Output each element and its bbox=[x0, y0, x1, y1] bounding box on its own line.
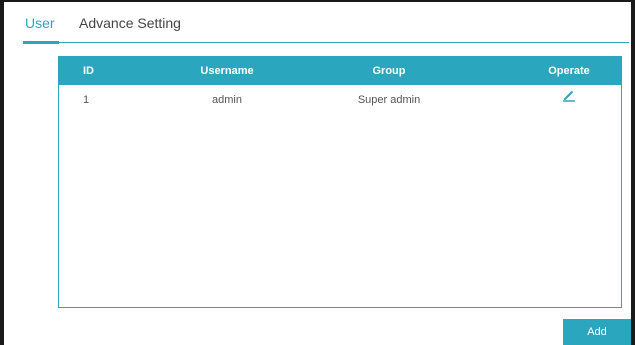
edit-icon[interactable] bbox=[562, 84, 576, 114]
active-tab-indicator bbox=[23, 41, 59, 44]
window-frame-top bbox=[0, 0, 635, 2]
cell-operate bbox=[519, 85, 619, 115]
add-user-button[interactable]: Add bbox=[563, 319, 631, 345]
tab-user[interactable]: User bbox=[25, 15, 55, 31]
header-group: Group bbox=[372, 65, 406, 77]
table-row: 1 admin Super admin bbox=[59, 85, 621, 115]
header-username: Username bbox=[200, 65, 254, 77]
tab-advance-setting[interactable]: Advance Setting bbox=[79, 15, 181, 31]
header-operate: Operate bbox=[548, 65, 590, 77]
table-header: ID Username Group Operate bbox=[59, 57, 621, 85]
tab-bar: User Advance Setting bbox=[23, 12, 629, 44]
cell-id: 1 bbox=[83, 94, 90, 106]
window-frame-left bbox=[0, 0, 4, 345]
header-id: ID bbox=[83, 65, 94, 77]
cell-group: Super admin bbox=[357, 94, 421, 106]
users-table: ID Username Group Operate 1 admin Super … bbox=[58, 56, 622, 308]
window-frame-right bbox=[631, 0, 635, 345]
cell-username: admin bbox=[212, 94, 242, 106]
